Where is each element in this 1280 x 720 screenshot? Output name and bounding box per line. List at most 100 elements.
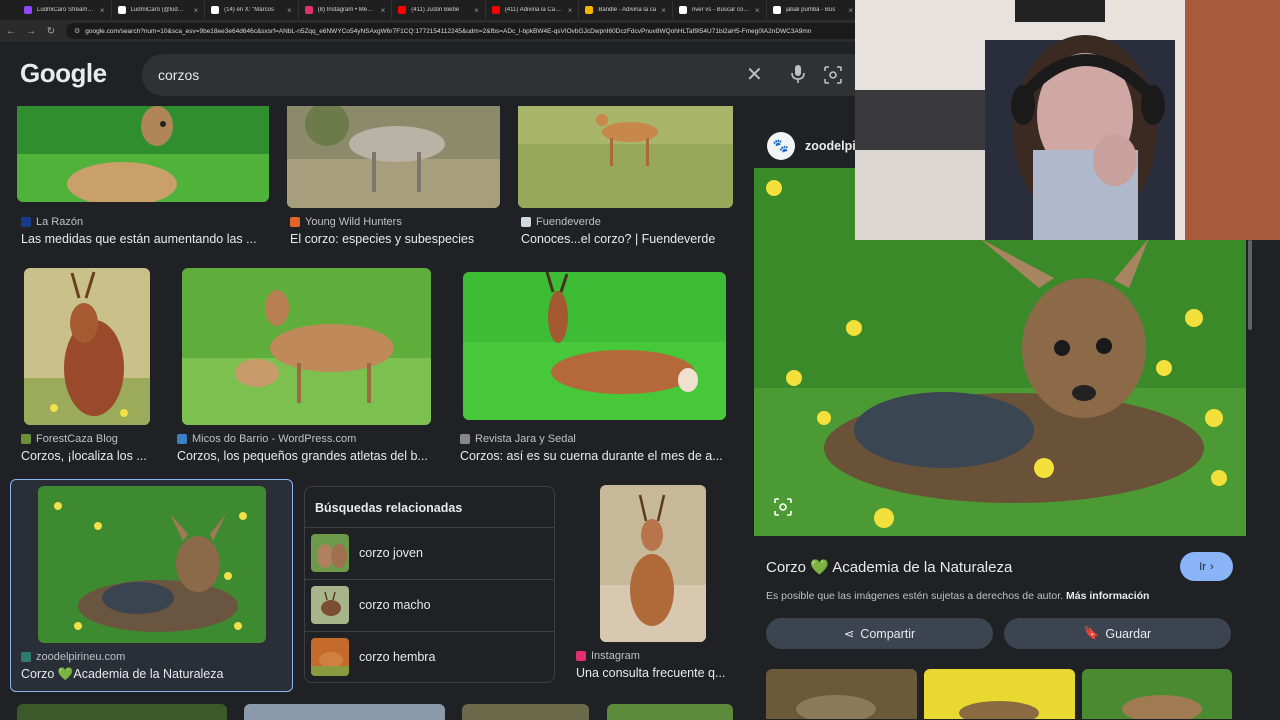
- result-title[interactable]: Conoces...el corzo? | Fuendeverde: [521, 232, 733, 246]
- google-logo[interactable]: Google: [20, 58, 107, 89]
- result-title[interactable]: El corzo: especies y subespecies: [290, 232, 500, 246]
- browser-tab[interactable]: LudmiCaro (@ludmica ×: [112, 1, 206, 19]
- result-source: Young Wild Hunters: [290, 216, 402, 228]
- share-icon: ⋖: [843, 627, 855, 641]
- close-tab-icon[interactable]: ×: [287, 6, 292, 15]
- result-image[interactable]: [17, 704, 227, 720]
- share-button[interactable]: ⋖ Compartir: [766, 618, 993, 649]
- close-tab-icon[interactable]: ×: [100, 6, 105, 15]
- preview-title[interactable]: Corzo 💚 Academia de la Naturaleza: [766, 558, 1012, 576]
- result-image[interactable]: [607, 704, 733, 720]
- tab-label: (8) Instagram • Mensa: [317, 7, 376, 13]
- tab-label: (411) Justin Biebe: [411, 7, 460, 13]
- browser-tab-bar: LudmiCaro Stream - V × LudmiCaro (@ludmica…: [0, 0, 860, 20]
- search-box[interactable]: corzos ✕: [142, 54, 860, 96]
- browser-tab[interactable]: (411) Justin Biebe ×: [392, 1, 486, 19]
- source-favicon: [460, 434, 470, 444]
- result-image[interactable]: [463, 272, 726, 420]
- related-image[interactable]: [766, 669, 917, 719]
- related-item[interactable]: corzo joven: [305, 527, 554, 579]
- result-image[interactable]: [600, 485, 706, 642]
- browser-tab[interactable]: (8) Instagram • Mensa ×: [299, 1, 393, 19]
- close-tab-icon[interactable]: ×: [381, 6, 386, 15]
- result-image[interactable]: [462, 704, 589, 720]
- browser-tab[interactable]: river vs - Buscar con G ×: [673, 1, 767, 19]
- result-source: ForestCaza Blog: [21, 433, 118, 445]
- close-tab-icon[interactable]: ×: [193, 6, 198, 15]
- microphone-icon[interactable]: [790, 64, 806, 84]
- related-label: corzo hembra: [359, 650, 436, 664]
- lens-icon[interactable]: [774, 498, 792, 516]
- address-bar[interactable]: ⚙ google.com/search?num=10&sca_esv=9be18…: [66, 23, 860, 39]
- visit-button[interactable]: Ir ›: [1180, 552, 1233, 581]
- forward-icon[interactable]: →: [26, 26, 36, 37]
- panel-site-name[interactable]: zoodelpi: [805, 139, 856, 153]
- close-tab-icon[interactable]: ×: [568, 6, 573, 15]
- source-favicon: [576, 651, 586, 661]
- selected-result[interactable]: zoodelpirineu.com Corzo 💚Academia de la …: [10, 479, 293, 692]
- result-title[interactable]: Una consulta frecuente q...: [576, 666, 732, 680]
- browser-tab[interactable]: Bandle - Adivina la ca ×: [579, 1, 673, 19]
- source-favicon: [177, 434, 187, 444]
- site-info-icon[interactable]: ⚙: [74, 27, 80, 35]
- result-title[interactable]: Corzos, ¡localiza los ...: [21, 449, 161, 463]
- browser-tab[interactable]: jabali pumba - Bus ×: [767, 1, 860, 19]
- related-image[interactable]: [924, 669, 1075, 719]
- tab-favicon: [398, 6, 407, 14]
- clear-icon[interactable]: ✕: [746, 62, 763, 87]
- chevron-right-icon: ›: [1210, 560, 1214, 573]
- result-image[interactable]: [287, 106, 500, 208]
- result-title[interactable]: Las medidas que están aumentando las ...: [21, 232, 271, 246]
- related-thumbnail: [311, 638, 349, 676]
- related-item[interactable]: corzo macho: [305, 579, 554, 631]
- related-thumbnail: [311, 534, 349, 572]
- result-image[interactable]: [244, 704, 445, 720]
- source-favicon: [21, 434, 31, 444]
- url-text: google.com/search?num=10&sca_esv=9be18ee…: [85, 27, 812, 35]
- close-tab-icon[interactable]: ×: [848, 6, 853, 15]
- related-label: corzo macho: [359, 598, 431, 612]
- result-source: Fuendeverde: [521, 216, 601, 228]
- tab-label: Bandle - Adivina la ca: [598, 7, 657, 13]
- tab-favicon: [304, 6, 313, 14]
- tab-favicon: [117, 6, 126, 14]
- browser-tab[interactable]: LudmiCaro Stream - V ×: [18, 1, 112, 19]
- source-favicon: [290, 217, 300, 227]
- search-input[interactable]: corzos: [158, 67, 199, 83]
- lens-icon[interactable]: [824, 66, 842, 84]
- tab-favicon: [772, 6, 781, 14]
- close-tab-icon[interactable]: ×: [474, 6, 479, 15]
- tab-favicon: [678, 6, 687, 14]
- result-image[interactable]: [38, 486, 266, 643]
- tab-favicon: [211, 6, 220, 14]
- reload-icon[interactable]: ↻: [46, 26, 56, 37]
- browser-toolbar: ← → ↻ ⚙ google.com/search?num=10&sca_esv…: [0, 20, 860, 42]
- tab-favicon: [585, 6, 594, 14]
- result-image[interactable]: [182, 268, 431, 425]
- tab-label: LudmiCaro (@ludmica: [130, 7, 189, 13]
- source-favicon: [21, 217, 31, 227]
- result-title[interactable]: Corzo 💚Academia de la Naturaleza: [21, 667, 286, 682]
- result-title[interactable]: Corzos: así es su cuerna durante el mes …: [460, 449, 732, 463]
- close-tab-icon[interactable]: ×: [755, 6, 760, 15]
- related-image[interactable]: [1082, 669, 1232, 719]
- panel-scrollbar[interactable]: [1248, 240, 1252, 330]
- more-info-link[interactable]: Más información: [1066, 590, 1149, 602]
- source-favicon: [521, 217, 531, 227]
- related-item[interactable]: corzo hembra: [305, 631, 554, 683]
- close-tab-icon[interactable]: ×: [661, 6, 666, 15]
- related-thumbnail: [311, 586, 349, 624]
- tab-label: (14) en X: "Marcos: [224, 7, 274, 13]
- result-image[interactable]: [24, 268, 150, 425]
- bookmark-icon: 🔖: [1083, 626, 1100, 640]
- browser-tab[interactable]: (14) en X: "Marcos ×: [205, 1, 299, 19]
- result-title[interactable]: Corzos, los pequeños grandes atletas del…: [177, 449, 439, 463]
- tab-label: LudmiCaro Stream - V: [37, 7, 95, 13]
- browser-tab[interactable]: (411) Adivina la Canción ×: [486, 1, 580, 19]
- result-source: zoodelpirineu.com: [21, 651, 125, 663]
- tab-label: river vs - Buscar con G: [691, 7, 750, 13]
- result-image[interactable]: [518, 106, 733, 208]
- result-image[interactable]: [17, 106, 269, 202]
- save-button[interactable]: 🔖 Guardar: [1004, 618, 1231, 649]
- back-icon[interactable]: ←: [6, 26, 16, 37]
